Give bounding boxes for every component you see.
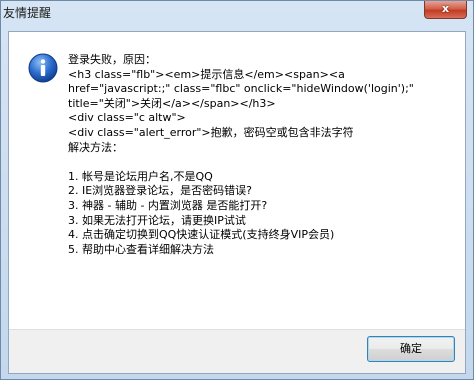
close-button[interactable]: x	[424, 1, 467, 19]
message-line: 1. 帐号是论坛用户名,不是QQ	[68, 169, 213, 183]
close-icon[interactable]: x	[442, 2, 449, 15]
title-bar[interactable]: 友情提醒 x	[1, 1, 473, 27]
message-line: <h3 class="flb"><em>提示信息</em><span><a	[68, 67, 345, 81]
message-line: title="关闭">关闭</a></span></h3>	[68, 96, 276, 110]
message-line: <div class="c altw">	[68, 111, 186, 125]
message-line: 4. 点击确定切换到QQ快速认证模式(支持终身VIP会员)	[68, 228, 335, 242]
info-icon	[28, 53, 58, 83]
button-bar: 确定	[9, 329, 465, 373]
message-line: href="javascript:;" class="flbc" onclick…	[68, 82, 414, 96]
message-line: 3. 如果无法打开论坛，请更换IP试试	[68, 213, 246, 227]
message-line: 登录失败，原因：	[68, 53, 156, 66]
ok-button[interactable]: 确定	[367, 336, 455, 362]
error-message: 登录失败，原因： <h3 class="flb"><em>提示信息</em><s…	[68, 53, 458, 257]
message-line: 3. 神器 - 辅助 - 内置浏览器 是否能打开?	[68, 198, 268, 212]
message-line: 2. IE浏览器登录论坛，是否密码错误?	[68, 184, 253, 198]
message-line: 解决方法：	[68, 140, 123, 154]
dialog-title: 友情提醒	[3, 6, 52, 20]
message-line: <div class="alert_error">抱歉，密码空或包含非法字符	[68, 125, 354, 139]
dialog-window: 友情提醒 x 登录失败，原因： <h3 class="flb"><em>提示信息…	[0, 0, 474, 380]
message-line: 5. 帮助中心查看详细解决方法	[68, 242, 214, 256]
dialog-body: 登录失败，原因： <h3 class="flb"><em>提示信息</em><s…	[8, 31, 466, 374]
